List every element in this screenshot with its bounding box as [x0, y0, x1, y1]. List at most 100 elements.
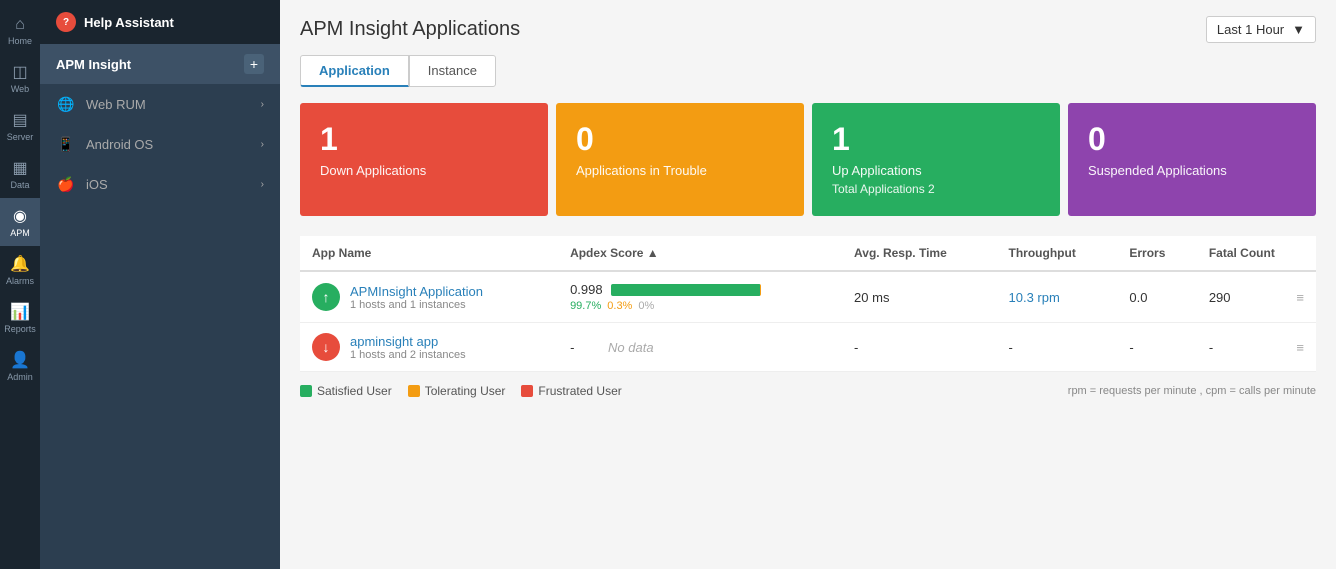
help-assistant-label: Help Assistant: [84, 15, 174, 30]
chevron-down-icon: ▼: [1292, 22, 1305, 37]
table-row: ↑ APMInsight Application 1 hosts and 1 i…: [300, 271, 1316, 323]
apdex-pct-green-1: 99.7%: [570, 300, 601, 312]
suspended-apps-number: 0: [1088, 123, 1296, 155]
sidebar-item-apm-insight[interactable]: APM Insight +: [40, 44, 280, 84]
app-name-info-2: apminsight app 1 hosts and 2 instances: [350, 334, 466, 361]
stat-card-suspended[interactable]: 0 Suspended Applications: [1068, 103, 1316, 216]
nav-apm-label: APM: [10, 228, 30, 238]
col-apdex-score: Apdex Score ▲: [558, 236, 842, 271]
apdex-green-segment-1: [611, 284, 761, 296]
table-row: ↓ apminsight app 1 hosts and 2 instances…: [300, 323, 1316, 372]
sidebar-top: ? Help Assistant: [40, 0, 280, 44]
tolerating-dot: [408, 385, 420, 397]
apdex-pct-red-1: 0%: [638, 300, 654, 312]
col-errors: Errors: [1117, 236, 1196, 271]
sidebar: ? Help Assistant APM Insight + 🌐 Web RUM…: [40, 0, 280, 569]
app-name-link-2[interactable]: apminsight app: [350, 334, 438, 349]
stats-cards: 1 Down Applications 0 Applications in Tr…: [280, 103, 1336, 216]
app-name-cell-1: ↑ APMInsight Application 1 hosts and 1 i…: [300, 271, 558, 323]
chevron-right-icon: ›: [261, 99, 264, 110]
sidebar-item-web-rum[interactable]: 🌐 Web RUM ›: [40, 84, 280, 124]
app-name-inner-2: ↓ apminsight app 1 hosts and 2 instances: [312, 333, 546, 361]
down-apps-label: Down Applications: [320, 163, 528, 178]
nav-web[interactable]: ◫ Web: [0, 54, 40, 102]
nav-alarms-label: Alarms: [6, 276, 34, 286]
nav-reports-label: Reports: [4, 324, 36, 334]
avg-resp-cell-1: 20 ms: [842, 271, 996, 323]
data-icon: ▦: [12, 158, 27, 178]
frustrated-dot: [521, 385, 533, 397]
legend-note: rpm = requests per minute , cpm = calls …: [1068, 385, 1316, 397]
fatal-count-cell-1: 290 ≡: [1197, 271, 1316, 323]
apm-icon: ◉: [13, 206, 27, 226]
nav-server[interactable]: ▤ Server: [0, 102, 40, 150]
up-apps-label: Up Applications: [832, 163, 1040, 178]
legend-satisfied: Satisfied User: [300, 384, 392, 398]
col-fatal-count: Fatal Count: [1197, 236, 1316, 271]
sidebar-item-android-left: 📱 Android OS: [56, 134, 153, 154]
nav-server-label: Server: [7, 132, 34, 142]
no-data-label-2: No data: [608, 340, 654, 355]
apdex-score-value-2: -: [570, 340, 574, 355]
tab-application-label: Application: [319, 63, 390, 78]
nav-data[interactable]: ▦ Data: [0, 150, 40, 198]
frustrated-label: Frustrated User: [538, 384, 621, 398]
apdex-pct-yellow-1: 0.3%: [607, 300, 632, 312]
errors-cell-2: -: [1117, 323, 1196, 372]
app-name-link-1[interactable]: APMInsight Application: [350, 284, 483, 299]
web-rum-icon: 🌐: [56, 94, 76, 114]
tab-application[interactable]: Application: [300, 55, 409, 87]
tab-instance[interactable]: Instance: [409, 55, 496, 87]
add-button[interactable]: +: [244, 54, 264, 74]
app-subtext-2: 1 hosts and 2 instances: [350, 349, 466, 361]
time-selector-label: Last 1 Hour: [1217, 22, 1284, 37]
apdex-cell-1: 0.998 99.7% 0.3% 0%: [558, 271, 842, 323]
stat-card-up[interactable]: 1 Up Applications Total Applications 2: [812, 103, 1060, 216]
time-selector[interactable]: Last 1 Hour ▼: [1206, 16, 1316, 43]
nav-apm[interactable]: ◉ APM: [0, 198, 40, 246]
legend: Satisfied User Tolerating User Frustrate…: [280, 372, 1336, 410]
app-name-info-1: APMInsight Application 1 hosts and 1 ins…: [350, 284, 483, 311]
app-name-cell-2: ↓ apminsight app 1 hosts and 2 instances: [300, 323, 558, 372]
nav-home-label: Home: [8, 36, 32, 46]
nav-home[interactable]: ⌂ Home: [0, 8, 40, 54]
nav-admin[interactable]: 👤 Admin: [0, 342, 40, 390]
nav-web-label: Web: [11, 84, 29, 94]
app-name-inner-1: ↑ APMInsight Application 1 hosts and 1 i…: [312, 283, 546, 311]
col-throughput: Throughput: [997, 236, 1118, 271]
trouble-apps-label: Applications in Trouble: [576, 163, 784, 178]
sidebar-item-android-label: Android OS: [86, 137, 153, 152]
sidebar-item-ios-label: iOS: [86, 177, 108, 192]
page-title: APM Insight Applications: [300, 18, 520, 41]
sidebar-item-ios-left: 🍎 iOS: [56, 174, 108, 194]
apdex-score-row-1: 0.998: [570, 282, 830, 297]
sidebar-item-android-os[interactable]: 📱 Android OS ›: [40, 124, 280, 164]
col-app-name: App Name: [300, 236, 558, 271]
tabs-container: Application Instance: [280, 55, 1336, 87]
chevron-right-icon-3: ›: [261, 179, 264, 190]
nav-reports[interactable]: 📊 Reports: [0, 294, 40, 342]
throughput-link-1[interactable]: 10.3 rpm: [1009, 290, 1060, 305]
tab-instance-label: Instance: [428, 63, 477, 78]
apdex-cell-2: - No data: [558, 323, 842, 372]
main-content: APM Insight Applications Last 1 Hour ▼ A…: [280, 0, 1336, 569]
status-up-icon-1: ↑: [312, 283, 340, 311]
nav-alarms[interactable]: 🔔 Alarms: [0, 246, 40, 294]
web-icon: ◫: [12, 62, 27, 82]
row-menu-icon-2[interactable]: ≡: [1296, 340, 1304, 355]
stat-card-down[interactable]: 1 Down Applications: [300, 103, 548, 216]
apm-insight-label: APM Insight: [56, 57, 131, 72]
table-header-row: App Name Apdex Score ▲ Avg. Resp. Time T…: [300, 236, 1316, 271]
stat-card-trouble[interactable]: 0 Applications in Trouble: [556, 103, 804, 216]
fatal-count-value-2: -: [1209, 340, 1213, 355]
home-icon: ⌂: [15, 16, 25, 34]
server-icon: ▤: [12, 110, 27, 130]
status-down-icon-2: ↓: [312, 333, 340, 361]
sidebar-item-ios[interactable]: 🍎 iOS ›: [40, 164, 280, 204]
row-menu-icon-1[interactable]: ≡: [1296, 290, 1304, 305]
satisfied-label: Satisfied User: [317, 384, 392, 398]
help-icon: ?: [56, 12, 76, 32]
legend-tolerating: Tolerating User: [408, 384, 506, 398]
apdex-legend-1: 99.7% 0.3% 0%: [570, 300, 830, 312]
throughput-cell-1: 10.3 rpm: [997, 271, 1118, 323]
